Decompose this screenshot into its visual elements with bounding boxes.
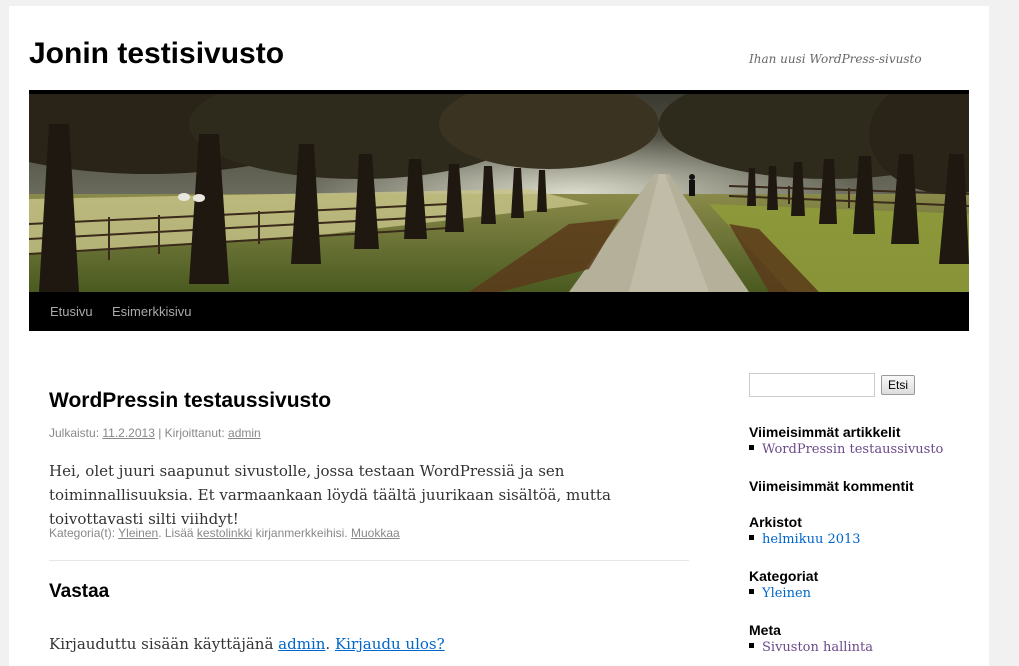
bullet-icon	[749, 643, 754, 648]
site-title[interactable]: Jonin testisivusto	[29, 36, 284, 72]
category-item: Yleinen	[749, 586, 811, 601]
recent-post-link[interactable]: WordPressin testaussivusto	[762, 442, 943, 457]
search-input[interactable]	[749, 373, 875, 397]
main-navigation: Etusivu Esimerkkisivu	[29, 292, 969, 331]
page-wrapper: Jonin testisivusto Ihan uusi WordPress-s…	[9, 6, 989, 666]
logged-in-label: Kirjauduttu sisään käyttäjänä	[49, 635, 274, 653]
site-admin-link[interactable]: Sivuston hallinta	[762, 640, 873, 655]
bullet-icon	[749, 535, 754, 540]
edit-link[interactable]: Muokkaa	[351, 526, 400, 540]
category-label: Kategoria(t):	[49, 526, 116, 540]
nav-item-etusivu[interactable]: Etusivu	[50, 292, 93, 331]
add-label: . Lisää	[158, 526, 194, 540]
meta-item: Sivuston hallinta	[749, 640, 873, 655]
logged-in-user-link[interactable]: admin	[278, 635, 325, 653]
recent-post-item: WordPressin testaussivusto	[749, 442, 943, 457]
category-link[interactable]: Yleinen	[118, 526, 158, 540]
post-utility: Kategoria(t): Yleinen. Lisää kestolinkki…	[49, 526, 400, 540]
bookmarks-label: kirjanmerkkeihisi.	[255, 526, 348, 540]
header-image	[29, 90, 969, 292]
meta-title: Meta	[749, 622, 781, 638]
logout-link[interactable]: Kirjaudu ulos?	[335, 635, 445, 653]
reply-title: Vastaa	[49, 581, 110, 602]
post-meta: Julkaistu: 11.2.2013 | Kirjoittanut: adm…	[49, 426, 261, 440]
logged-in-as: Kirjauduttu sisään käyttäjänä admin. Kir…	[49, 635, 445, 653]
archive-link[interactable]: helmikuu 2013	[762, 532, 861, 547]
divider	[49, 560, 689, 561]
bullet-icon	[749, 589, 754, 594]
bullet-icon	[749, 445, 754, 450]
sidebar-category-link[interactable]: Yleinen	[762, 586, 811, 601]
post-body: Hei, olet juuri saapunut sivustolle, jos…	[49, 462, 611, 528]
post-title[interactable]: WordPressin testaussivusto	[49, 389, 331, 413]
recent-comments-title: Viimeisimmät kommentit	[749, 478, 914, 494]
archive-item: helmikuu 2013	[749, 532, 861, 547]
recent-posts-title: Viimeisimmät artikkelit	[749, 424, 901, 440]
published-label: Julkaistu:	[49, 426, 100, 440]
permalink-link[interactable]: kestolinkki	[197, 526, 252, 540]
search-button[interactable]: Etsi	[881, 375, 916, 395]
post-author-link[interactable]: admin	[228, 426, 261, 440]
categories-title: Kategoriat	[749, 568, 819, 584]
nav-item-esimerkkisivu[interactable]: Esimerkkisivu	[112, 292, 191, 331]
archives-title: Arkistot	[749, 514, 802, 530]
author-label: | Kirjoittanut:	[158, 426, 225, 440]
post-date-link[interactable]: 11.2.2013	[102, 426, 155, 440]
site-description: Ihan uusi WordPress-sivusto	[749, 52, 922, 66]
